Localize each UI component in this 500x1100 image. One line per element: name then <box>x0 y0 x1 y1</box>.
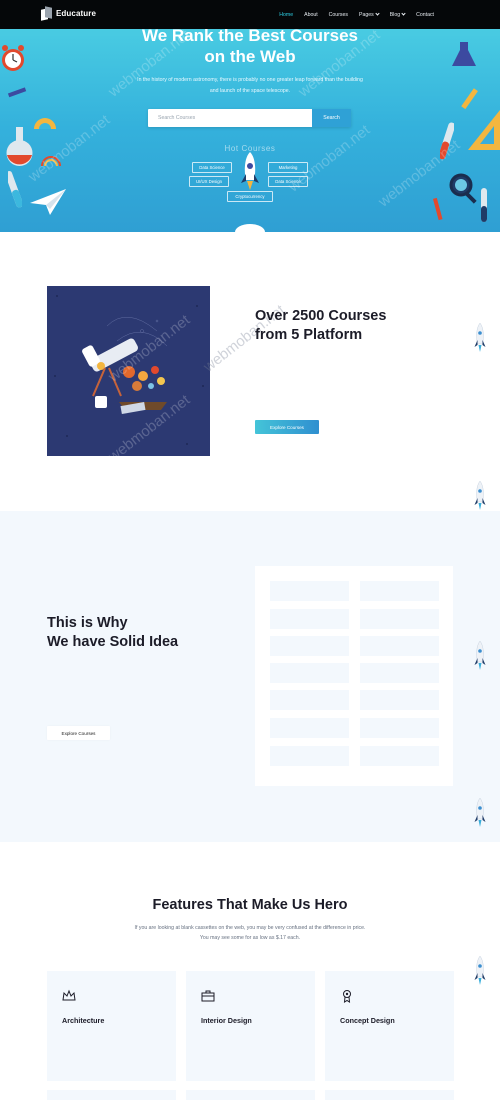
feature-card[interactable]: Architecture <box>47 971 176 1081</box>
grid-placeholder-cell <box>270 663 349 683</box>
test-tube-icon <box>8 171 22 208</box>
idea-grid-card <box>255 566 453 786</box>
course-tag[interactable]: Cryptocurrency <box>227 191 273 202</box>
nav-link-label: Courses <box>328 11 348 18</box>
features-subtitle: If you are looking at blank cassettes on… <box>0 923 500 943</box>
hero-subtitle: In the history of modern astronomy, ther… <box>137 77 363 94</box>
nav-link-label: Pages <box>359 11 374 18</box>
grid-placeholder-cell <box>360 690 439 710</box>
course-tag[interactable]: UI/UX Design <box>189 176 229 187</box>
idea-heading-line2: We have Solid Idea <box>47 633 179 650</box>
magnifier-icon <box>449 173 477 204</box>
top-navbar: Educature Home About Courses Pages Blog … <box>0 0 500 29</box>
rocket-icon <box>474 480 486 510</box>
grid-placeholder-cell <box>270 581 349 601</box>
course-tag[interactable]: Data Science <box>268 176 308 187</box>
platform-heading: Over 2500 Courses from 5 Platform <box>255 307 386 344</box>
nav-link-pages[interactable]: Pages <box>359 11 380 18</box>
brush-icon <box>432 197 443 221</box>
paper-plane-icon <box>30 189 66 215</box>
platform-heading-line1: Over 2500 Courses <box>255 308 387 324</box>
feature-card-label: Concept Design <box>340 1016 395 1025</box>
nav-link-blog[interactable]: Blog <box>389 11 406 18</box>
grid-placeholder-cell <box>360 636 439 656</box>
telescope-drawing <box>54 295 204 445</box>
nav-link-label: Blog <box>389 11 401 18</box>
nav-link-label: Contact <box>416 11 434 18</box>
grid-placeholder-cell <box>270 636 349 656</box>
search-input[interactable] <box>148 109 311 127</box>
grid-placeholder-cell <box>360 718 439 738</box>
telescope-illustration <box>47 286 210 456</box>
nav-link-contact[interactable]: Contact <box>416 12 434 18</box>
nav-link-courses[interactable]: Courses <box>329 12 348 18</box>
course-tag[interactable]: Data Science <box>192 162 232 173</box>
features-subtitle-line2: You may see some for as low as $.17 each… <box>199 935 301 941</box>
search-bar: Search <box>148 109 351 127</box>
course-tag[interactable]: Marketing <box>268 162 308 173</box>
feature-card[interactable]: Interior Design <box>186 971 315 1081</box>
nav-link-about[interactable]: About <box>304 12 318 18</box>
brand-name: Educature <box>56 9 97 18</box>
grid-placeholder-cell <box>360 746 439 766</box>
feature-card-label: Architecture <box>62 1016 105 1025</box>
explore-courses-button[interactable]: Explore Courses <box>47 726 110 740</box>
grid-placeholder-cell <box>360 609 439 629</box>
grid-placeholder-cell <box>270 718 349 738</box>
crown-icon <box>62 989 76 1001</box>
test-tube-icon <box>440 122 454 160</box>
grid-placeholder-cell <box>270 690 349 710</box>
logo-icon <box>41 7 52 20</box>
grid-placeholder-cell <box>360 663 439 683</box>
nav-link-label: About <box>304 11 318 18</box>
test-tube-icon <box>481 188 487 222</box>
rocket-icon <box>474 640 486 670</box>
grid-placeholder-cell <box>270 609 349 629</box>
idea-heading: This is Why We have Solid Idea <box>47 614 178 651</box>
hero-section: We Rank the Best Courses on the Web In t… <box>0 0 500 232</box>
grid-placeholder-cell <box>270 746 349 766</box>
feature-card <box>325 1090 454 1100</box>
brand-logo[interactable]: Educature <box>41 7 96 20</box>
feature-card[interactable]: Concept Design <box>325 971 454 1081</box>
briefcase-icon <box>201 990 215 1002</box>
feature-card-label: Interior Design <box>201 1016 252 1025</box>
features-subtitle-line1: If you are looking at blank cassettes on… <box>134 925 366 931</box>
explore-courses-button[interactable]: Explore Courses <box>255 420 319 434</box>
feature-card <box>186 1090 315 1100</box>
rocket-icon <box>474 797 486 827</box>
rocket-icon <box>241 152 259 190</box>
features-heading: Features That Make Us Hero <box>152 897 348 913</box>
search-button[interactable]: Search <box>312 109 351 127</box>
rocket-icon <box>474 322 486 352</box>
chevron-down-icon <box>401 11 406 16</box>
medal-icon <box>343 990 351 1003</box>
hero-curve-notch <box>235 224 265 232</box>
hero-title-line2: on the Web <box>204 47 296 66</box>
chevron-down-icon <box>375 11 380 16</box>
idea-heading-line1: This is Why <box>47 615 128 631</box>
nav-link-home[interactable]: Home <box>279 12 293 18</box>
feature-card <box>47 1090 176 1100</box>
rocket-icon <box>474 955 486 985</box>
main-menu: Home About Courses Pages Blog Contact <box>268 0 434 29</box>
nav-link-label: Home <box>279 11 294 18</box>
hero-title: We Rank the Best Courses on the Web <box>0 25 500 67</box>
platform-heading-line2: from 5 Platform <box>255 326 363 343</box>
grid-placeholder-cell <box>360 581 439 601</box>
pencil-icon <box>7 87 27 98</box>
